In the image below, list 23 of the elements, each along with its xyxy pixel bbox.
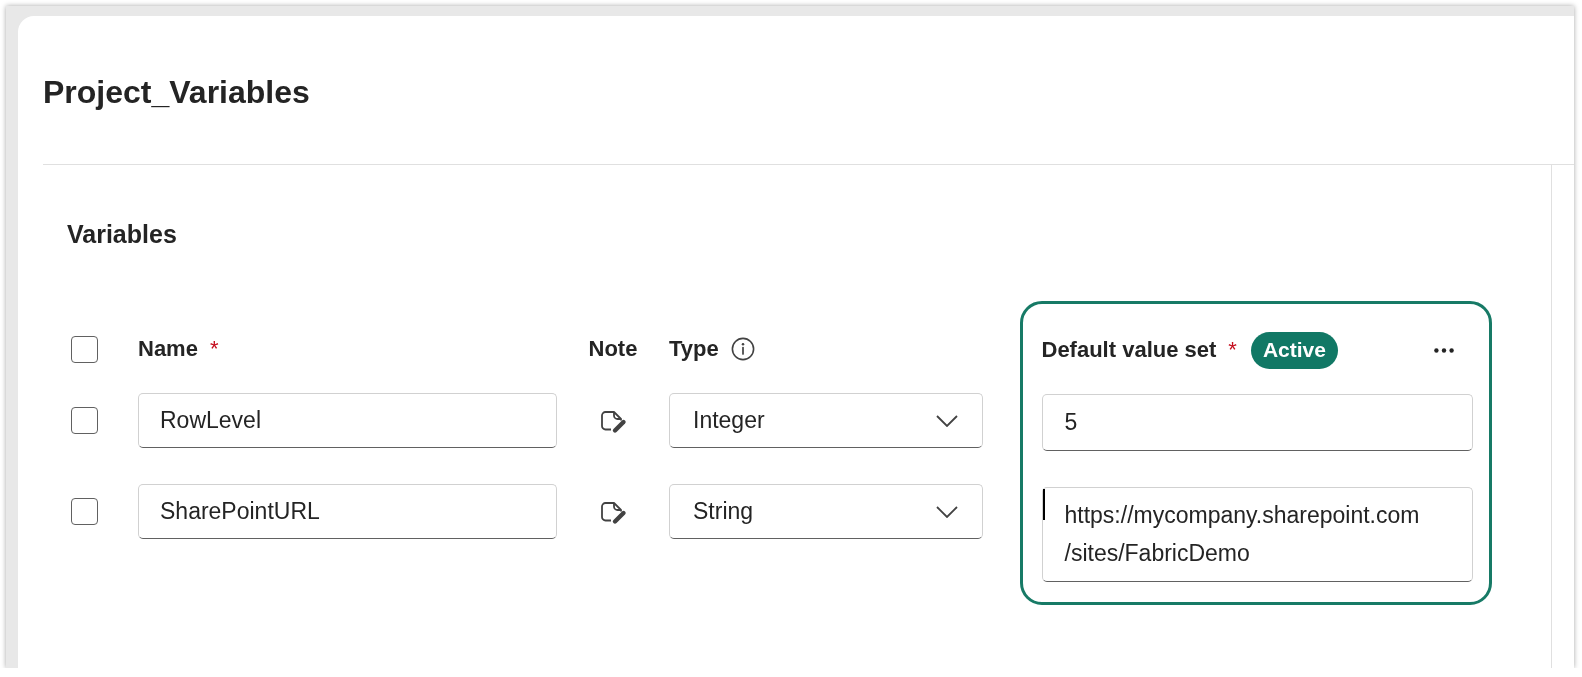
more-options-button[interactable] [1433, 347, 1454, 353]
value-field[interactable]: 5 [1041, 393, 1473, 451]
column-header: Name [138, 335, 198, 363]
type-dropdown[interactable]: Integer [669, 393, 983, 448]
value-set-header: Default value set [1041, 336, 1217, 364]
required-asterisk: * [209, 335, 219, 363]
info-icon[interactable] [730, 337, 755, 361]
column-header: Type [669, 335, 719, 363]
select-all-checkbox[interactable] [71, 335, 98, 363]
name-field[interactable]: RowLevel [138, 393, 557, 448]
value-field[interactable]: https://mycompany.sharepoint.com /sites/FabricDemo [1041, 486, 1473, 582]
status-badge: Active [1250, 331, 1338, 369]
ellipsis-icon [1433, 347, 1454, 353]
row-checkbox[interactable] [71, 407, 98, 434]
chevron-down-icon [936, 414, 958, 427]
section-title: Variables [67, 219, 178, 249]
column-header: Note [588, 335, 638, 363]
row-checkbox[interactable] [71, 498, 98, 525]
name-field[interactable]: SharePointURL [138, 484, 557, 539]
required-asterisk: * [1228, 336, 1237, 364]
page-title: Project_Variables [43, 73, 310, 112]
chevron-down-icon [936, 505, 958, 518]
type-dropdown[interactable]: String [669, 484, 983, 539]
